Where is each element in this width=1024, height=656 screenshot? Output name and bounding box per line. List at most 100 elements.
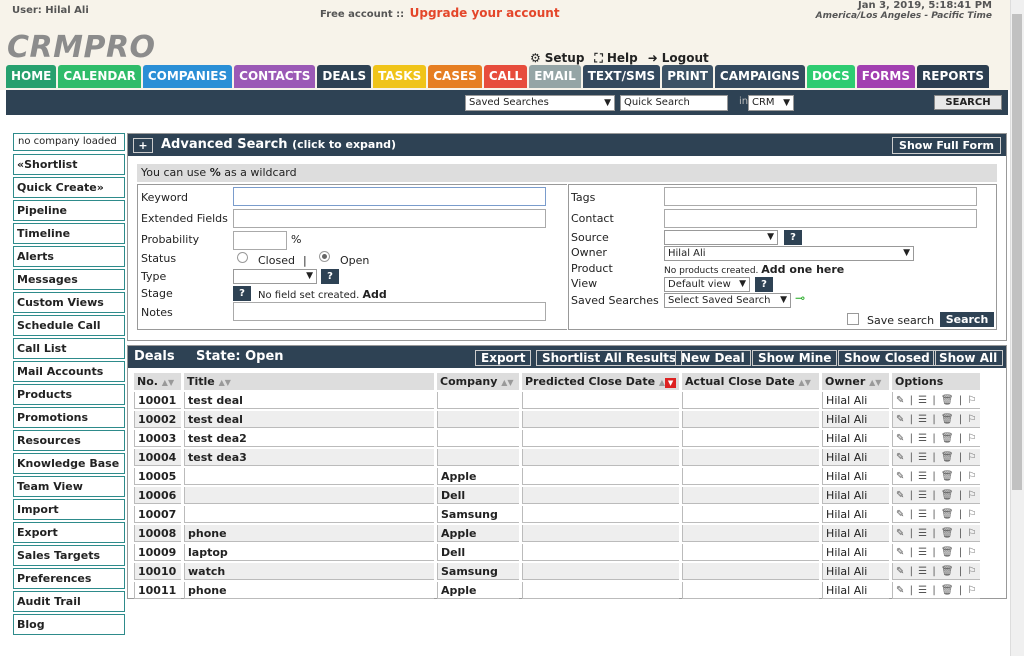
- table-row[interactable]: 10010 watch Samsung Hilal Ali ✎ | ☰ | 🗑 | ⚐: [134, 563, 981, 580]
- deal-number[interactable]: 10011: [134, 582, 181, 599]
- deal-company[interactable]: [437, 430, 519, 447]
- sidebar-item-audit-trail[interactable]: Audit Trail: [13, 591, 125, 612]
- delete-icon[interactable]: 🗑: [941, 471, 955, 482]
- deal-number[interactable]: 10009: [134, 544, 181, 561]
- show-all-button[interactable]: Show All: [933, 350, 1004, 366]
- col-predicted-close[interactable]: Predicted Close Date ▲ ▼: [522, 373, 680, 390]
- deal-number[interactable]: 10003: [134, 430, 181, 447]
- sidebar-item-timeline[interactable]: Timeline: [13, 223, 125, 244]
- nav-tab-campaigns[interactable]: CAMPAIGNS: [714, 65, 805, 88]
- deal-title[interactable]: laptop: [184, 544, 434, 561]
- col-actual-close[interactable]: Actual Close Date ▲▼: [682, 373, 820, 390]
- deal-number[interactable]: 10002: [134, 411, 181, 428]
- sidebar-item-preferences[interactable]: Preferences: [13, 568, 125, 589]
- list-icon[interactable]: ☰: [918, 585, 928, 596]
- col-owner[interactable]: Owner ▲▼: [822, 373, 890, 390]
- advanced-search-header[interactable]: + Advanced Search (click to expand) Show…: [128, 134, 1006, 156]
- flag-icon[interactable]: ⚐: [967, 452, 977, 463]
- saved-searches-select[interactable]: Saved Searches ▼: [465, 95, 615, 111]
- edit-icon[interactable]: ✎: [896, 395, 905, 406]
- extended-fields-input[interactable]: [233, 209, 546, 228]
- deal-company[interactable]: Apple: [437, 582, 519, 599]
- sidebar-item-messages[interactable]: Messages: [13, 269, 125, 290]
- source-select[interactable]: ▼: [664, 230, 778, 245]
- table-row[interactable]: 10004 test dea3 Hilal Ali ✎ | ☰ | 🗑 | ⚐: [134, 449, 981, 466]
- contact-input[interactable]: [664, 209, 977, 228]
- deal-company[interactable]: Samsung: [437, 506, 519, 523]
- table-row[interactable]: 10011 phone Apple Hilal Ali ✎ | ☰ | 🗑 | ⚐: [134, 582, 981, 599]
- scrollbar-thumb[interactable]: [1012, 14, 1022, 490]
- table-row[interactable]: 10007 Samsung Hilal Ali ✎ | ☰ | 🗑 | ⚐: [134, 506, 981, 523]
- deal-title[interactable]: test deal: [184, 392, 434, 409]
- list-icon[interactable]: ☰: [918, 452, 928, 463]
- nav-tab-forms[interactable]: FORMS: [856, 65, 916, 88]
- sidebar-item-sales-targets[interactable]: Sales Targets: [13, 545, 125, 566]
- delete-icon[interactable]: 🗑: [941, 395, 955, 406]
- delete-icon[interactable]: 🗑: [941, 566, 955, 577]
- type-select[interactable]: ▼: [233, 269, 317, 284]
- sidebar-item-blog[interactable]: Blog: [13, 614, 125, 635]
- list-icon[interactable]: ☰: [918, 547, 928, 558]
- deal-number[interactable]: 10006: [134, 487, 181, 504]
- deal-title[interactable]: test dea3: [184, 449, 434, 466]
- flag-icon[interactable]: ⚐: [967, 490, 977, 501]
- delete-icon[interactable]: 🗑: [941, 528, 955, 539]
- deal-title[interactable]: [184, 487, 434, 504]
- deal-title[interactable]: [184, 468, 434, 485]
- deal-title[interactable]: phone: [184, 582, 434, 599]
- list-icon[interactable]: ☰: [918, 414, 928, 425]
- flag-icon[interactable]: ⚐: [967, 509, 977, 520]
- stage-help-button[interactable]: ?: [233, 286, 251, 301]
- flag-icon[interactable]: ⚐: [967, 528, 977, 539]
- delete-icon[interactable]: 🗑: [941, 547, 955, 558]
- stage-add-link[interactable]: Add: [362, 288, 386, 301]
- sidebar-item-promotions[interactable]: Promotions: [13, 407, 125, 428]
- deal-number[interactable]: 10004: [134, 449, 181, 466]
- edit-icon[interactable]: ✎: [896, 509, 905, 520]
- col-title[interactable]: Title ▲▼: [184, 373, 434, 390]
- flag-icon[interactable]: ⚐: [967, 433, 977, 444]
- source-help-button[interactable]: ?: [784, 230, 802, 245]
- sidebar-item-custom-views[interactable]: Custom Views: [13, 292, 125, 313]
- deal-company[interactable]: Apple: [437, 525, 519, 542]
- nav-tab-contacts[interactable]: CONTACTS: [234, 65, 316, 88]
- view-select[interactable]: Default view ▼: [664, 277, 750, 292]
- status-closed-radio[interactable]: [237, 252, 248, 263]
- pin-icon[interactable]: ⊸: [795, 291, 805, 305]
- sidebar-item-products[interactable]: Products: [13, 384, 125, 405]
- list-icon[interactable]: ☰: [918, 509, 928, 520]
- advanced-search-button[interactable]: Search: [940, 312, 994, 327]
- deal-title[interactable]: phone: [184, 525, 434, 542]
- edit-icon[interactable]: ✎: [896, 414, 905, 425]
- sidebar-item-export[interactable]: Export: [13, 522, 125, 543]
- nav-tab-companies[interactable]: COMPANIES: [142, 65, 233, 88]
- delete-icon[interactable]: 🗑: [941, 414, 955, 425]
- sidebar-item-pipeline[interactable]: Pipeline: [13, 200, 125, 221]
- nav-tab-home[interactable]: HOME: [6, 65, 57, 88]
- logout-link[interactable]: ➜ Logout: [648, 51, 709, 66]
- saved-search-select[interactable]: Select Saved Search ▼: [664, 293, 791, 308]
- deal-company[interactable]: [437, 411, 519, 428]
- search-button[interactable]: SEARCH: [934, 95, 1002, 110]
- sidebar-item-quick-create[interactable]: Quick Create»: [13, 177, 125, 198]
- save-search-checkbox[interactable]: [847, 313, 859, 325]
- deal-number[interactable]: 10007: [134, 506, 181, 523]
- status-open-radio[interactable]: [319, 251, 330, 262]
- list-icon[interactable]: ☰: [918, 528, 928, 539]
- flag-icon[interactable]: ⚐: [967, 585, 977, 596]
- table-row[interactable]: 10003 test dea2 Hilal Ali ✎ | ☰ | 🗑 | ⚐: [134, 430, 981, 447]
- deal-number[interactable]: 10001: [134, 392, 181, 409]
- notes-input[interactable]: [233, 302, 546, 321]
- deal-number[interactable]: 10010: [134, 563, 181, 580]
- shortlist-all-button[interactable]: Shortlist All Results: [536, 350, 683, 366]
- view-help-button[interactable]: ?: [755, 277, 773, 292]
- deal-company[interactable]: Dell: [437, 544, 519, 561]
- edit-icon[interactable]: ✎: [896, 433, 905, 444]
- tags-input[interactable]: [664, 187, 977, 206]
- list-icon[interactable]: ☰: [918, 395, 928, 406]
- table-row[interactable]: 10001 test deal Hilal Ali ✎ | ☰ | 🗑 | ⚐: [134, 392, 981, 409]
- export-button[interactable]: Export: [475, 350, 532, 366]
- edit-icon[interactable]: ✎: [896, 528, 905, 539]
- flag-icon[interactable]: ⚐: [967, 414, 977, 425]
- deal-company[interactable]: Apple: [437, 468, 519, 485]
